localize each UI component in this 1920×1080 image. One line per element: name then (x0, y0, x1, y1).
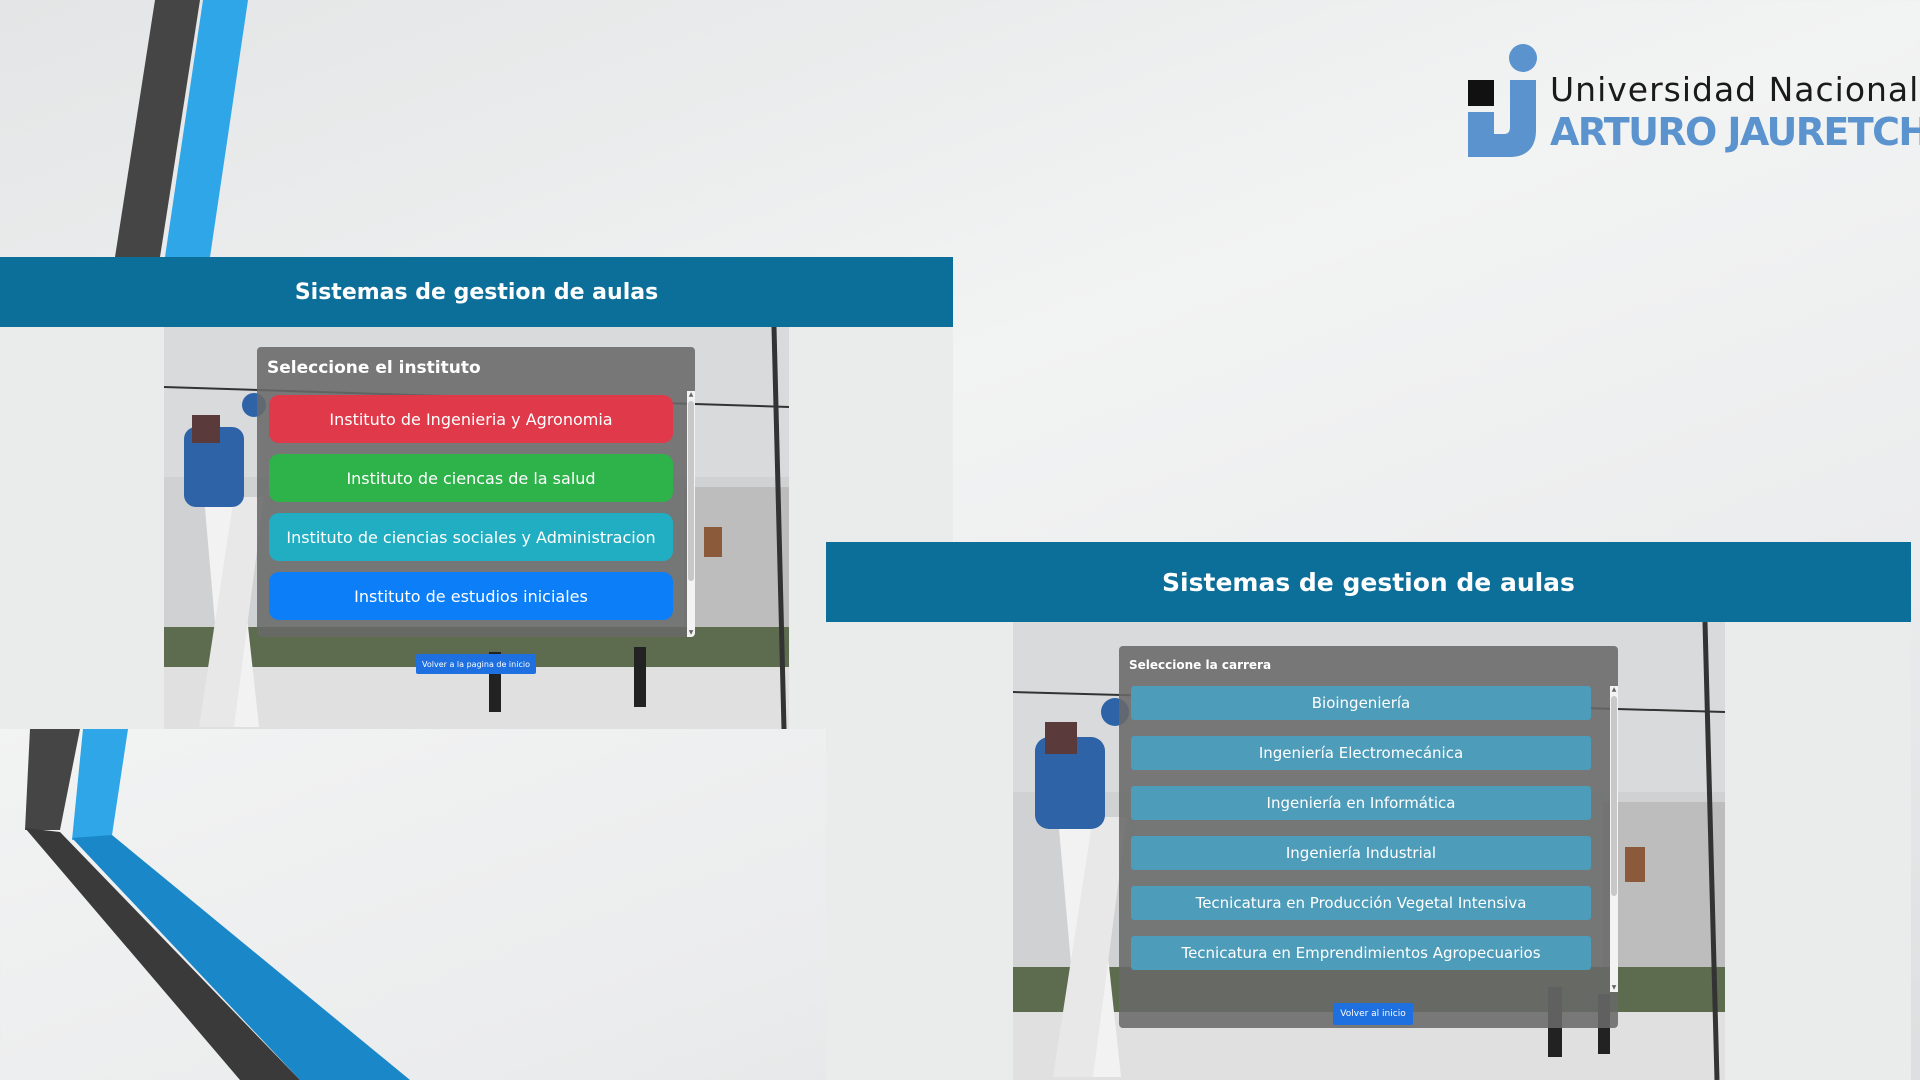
career-select-modal: Seleccione la carrera Bioingeniería Inge… (1119, 646, 1618, 1028)
logo-university-subname: ARTURO JAURETCHE (1550, 110, 1920, 154)
options-list: Bioingeniería Ingeniería Electromecánica… (1119, 686, 1618, 992)
back-to-start-button[interactable]: Volver al inicio (1333, 1003, 1413, 1025)
screenshot-institute-selection: Sistemas de gestion de aulas Seleccione … (0, 257, 953, 729)
unaj-j-logo-icon (1468, 44, 1537, 157)
career-option-tec-produccion-vegetal[interactable]: Tecnicatura en Producción Vegetal Intens… (1131, 886, 1591, 920)
institute-option-ciencias-sociales[interactable]: Instituto de ciencias sociales y Adminis… (269, 513, 673, 561)
campus-background-photo: Seleccione la carrera Bioingeniería Inge… (1013, 622, 1725, 1080)
scroll-up-arrow-icon[interactable]: ▲ (687, 391, 695, 399)
options-scrollbar[interactable]: ▲ ▼ (687, 391, 695, 637)
scroll-down-arrow-icon[interactable]: ▼ (687, 629, 695, 637)
app-header: Sistemas de gestion de aulas (826, 542, 1911, 622)
scroll-up-arrow-icon[interactable]: ▲ (1610, 686, 1618, 694)
career-option-ing-informatica[interactable]: Ingeniería en Informática (1131, 786, 1591, 820)
options-list: Instituto de Ingenieria y Agronomia Inst… (257, 391, 695, 637)
modal-title: Seleccione el instituto (267, 358, 481, 378)
scroll-thumb[interactable] (1611, 696, 1617, 896)
options-scrollbar[interactable]: ▲ ▼ (1610, 686, 1618, 992)
back-to-home-button[interactable]: Volver a la pagina de inicio (416, 654, 536, 674)
screenshot-career-selection: Sistemas de gestion de aulas Seleccione … (826, 542, 1911, 1080)
campus-background-photo: Seleccione el instituto Instituto de Ing… (164, 327, 789, 729)
career-option-tec-emprendimientos-agro[interactable]: Tecnicatura en Emprendimientos Agropecua… (1131, 936, 1591, 970)
modal-title: Seleccione la carrera (1129, 658, 1272, 672)
career-option-bioingenieria[interactable]: Bioingeniería (1131, 686, 1591, 720)
career-option-ing-industrial[interactable]: Ingeniería Industrial (1131, 836, 1591, 870)
institute-option-estudios-iniciales[interactable]: Instituto de estudios iniciales (269, 572, 673, 620)
scroll-down-arrow-icon[interactable]: ▼ (1610, 984, 1618, 992)
logo-university-name: Universidad Nacional (1550, 70, 1920, 109)
university-logo: Universidad Nacional ARTURO JAURETCHE (1460, 42, 1920, 162)
institute-select-modal: Seleccione el instituto Instituto de Ing… (257, 347, 695, 637)
institute-option-ingenieria-agronomia[interactable]: Instituto de Ingenieria y Agronomia (269, 395, 673, 443)
career-option-ing-electromecanica[interactable]: Ingeniería Electromecánica (1131, 736, 1591, 770)
institute-option-ciencias-salud[interactable]: Instituto de ciencas de la salud (269, 454, 673, 502)
scroll-thumb[interactable] (688, 401, 694, 581)
app-header: Sistemas de gestion de aulas (0, 257, 953, 327)
